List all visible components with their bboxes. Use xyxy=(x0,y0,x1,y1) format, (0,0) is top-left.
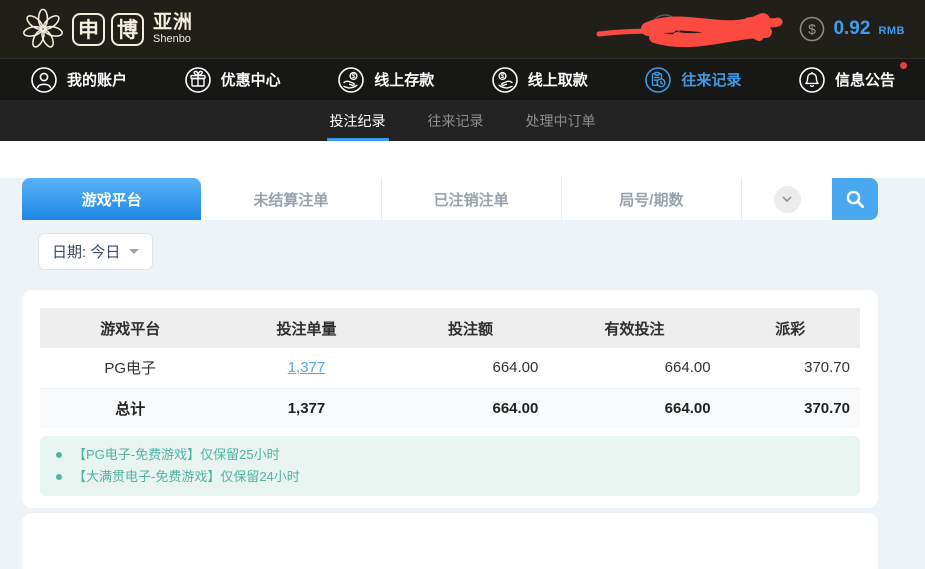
cell-bet-amount: 664.00 xyxy=(393,348,549,388)
bet-summary-table: 游戏平台 投注单量 投注额 有效投注 派彩 PG电子 1,377 664.00 … xyxy=(40,308,860,428)
bullet-icon xyxy=(56,474,62,480)
bell-icon xyxy=(798,66,826,94)
tab-unsettled-bets[interactable]: 未结算注单 xyxy=(201,178,381,220)
table-row: PG电子 1,377 664.00 664.00 370.70 xyxy=(40,348,860,388)
logo-wordmark: 亚洲 Shenbo xyxy=(153,13,193,45)
total-bet-count: 1,377 xyxy=(220,388,392,428)
redacted-username xyxy=(593,7,783,51)
col-bet-count: 投注单量 xyxy=(220,308,392,348)
notification-badge xyxy=(900,62,907,69)
user-icon xyxy=(30,66,58,94)
brand-logo[interactable]: 申 博 亚洲 Shenbo xyxy=(20,6,193,52)
bullet-icon xyxy=(56,452,62,458)
page: 申 博 亚洲 Shenbo xyxy=(0,0,925,569)
svg-text:$: $ xyxy=(809,21,817,37)
caret-down-icon xyxy=(129,249,139,254)
col-bet-amount: 投注额 xyxy=(393,308,549,348)
nav-label: 优惠中心 xyxy=(221,69,281,90)
chevron-down-icon xyxy=(774,186,801,213)
nav-label: 线上取款 xyxy=(528,69,588,90)
date-filter[interactable]: 日期: 今日 xyxy=(38,233,153,270)
tab-label: 未结算注单 xyxy=(253,189,328,210)
sub-navigation: 投注纪录 往来记录 处理中订单 xyxy=(0,100,925,141)
logo-latin: Shenbo xyxy=(153,34,193,45)
redaction-scribble xyxy=(593,7,783,51)
tab-label: 局号/期数 xyxy=(619,189,683,210)
tab-game-platform[interactable]: 游戏平台 xyxy=(22,178,201,220)
more-tabs-dropdown[interactable] xyxy=(742,178,832,220)
table-header-row: 游戏平台 投注单量 投注额 有效投注 派彩 xyxy=(40,308,860,348)
logo-char-box: 博 xyxy=(111,13,144,46)
lower-panel xyxy=(22,513,878,569)
search-button[interactable] xyxy=(832,178,878,220)
logo-char-box: 申 xyxy=(72,13,105,46)
account-balance: $ 0.92 RMB xyxy=(799,16,905,42)
notice-line: 【PG电子-免费游戏】仅保留25小时 xyxy=(56,444,844,466)
col-payout: 派彩 xyxy=(721,308,860,348)
subnav-label: 投注纪录 xyxy=(330,111,386,131)
header-right: $ 0.92 RMB xyxy=(593,7,905,51)
cell-valid-bet: 664.00 xyxy=(548,348,720,388)
notice-line: 【大满贯电子-免费游戏】仅保留24小时 xyxy=(56,466,844,488)
nav-label: 信息公告 xyxy=(835,69,895,90)
total-label: 总计 xyxy=(40,388,220,428)
results-card: 游戏平台 投注单量 投注额 有效投注 派彩 PG电子 1,377 664.00 … xyxy=(22,290,878,508)
nav-item-promotions[interactable]: 优惠中心 xyxy=(184,66,281,94)
top-header: 申 博 亚洲 Shenbo xyxy=(0,0,925,58)
cell-platform: PG电子 xyxy=(40,348,220,388)
subnav-tab-pending-orders[interactable]: 处理中订单 xyxy=(523,100,599,141)
table-total-row: 总计 1,377 664.00 664.00 370.70 xyxy=(40,388,860,428)
logo-char1: 申 xyxy=(78,14,99,44)
nav-label: 我的账户 xyxy=(67,69,127,90)
gift-icon xyxy=(184,66,212,94)
nav-item-announcements[interactable]: 信息公告 xyxy=(798,66,895,94)
withdraw-icon: $ xyxy=(491,66,519,94)
subnav-label: 往来记录 xyxy=(428,111,484,131)
content-area: 游戏平台 未结算注单 已注销注单 局号/期数 xyxy=(0,178,925,569)
notice-text: 【PG电子-免费游戏】仅保留25小时 xyxy=(73,444,280,466)
logo-region: 亚洲 xyxy=(153,13,193,32)
search-icon xyxy=(844,188,866,210)
tab-label: 已注销注单 xyxy=(434,189,509,210)
tab-cancelled-bets[interactable]: 已注销注单 xyxy=(382,178,562,220)
deposit-icon: $ xyxy=(337,66,365,94)
total-payout: 370.70 xyxy=(721,388,860,428)
divider-strip xyxy=(0,141,925,148)
total-bet-amount: 664.00 xyxy=(393,388,549,428)
nav-label: 线上存款 xyxy=(374,69,434,90)
notice-text: 【大满贯电子-免费游戏】仅保留24小时 xyxy=(73,466,300,488)
col-game-platform: 游戏平台 xyxy=(40,308,220,348)
filter-tabs: 游戏平台 未结算注单 已注销注单 局号/期数 xyxy=(22,178,878,220)
date-filter-label: 日期: 今日 xyxy=(52,241,120,262)
flower-logo-icon xyxy=(20,6,66,52)
subnav-label: 处理中订单 xyxy=(526,111,596,131)
nav-item-deposit[interactable]: $ 线上存款 xyxy=(337,66,434,94)
nav-item-my-account[interactable]: 我的账户 xyxy=(30,66,127,94)
subnav-tab-bet-records[interactable]: 投注纪录 xyxy=(327,100,389,141)
cell-payout: 370.70 xyxy=(721,348,860,388)
logo-char2: 博 xyxy=(117,14,138,44)
main-navigation: 我的账户 优惠中心 $ 线上存款 xyxy=(0,58,925,100)
nav-label: 往来记录 xyxy=(681,69,741,90)
records-icon xyxy=(644,66,672,94)
nav-item-withdraw[interactable]: $ 线上取款 xyxy=(491,66,588,94)
balance-amount: 0.92 xyxy=(833,18,870,40)
notice-panel: 【PG电子-免费游戏】仅保留25小时 【大满贯电子-免费游戏】仅保留24小时 xyxy=(40,436,860,496)
subnav-tab-transaction-records[interactable]: 往来记录 xyxy=(425,100,487,141)
col-valid-bet: 有效投注 xyxy=(548,308,720,348)
dollar-coin-icon: $ xyxy=(799,16,825,42)
tab-label: 游戏平台 xyxy=(82,189,142,210)
bet-count-link[interactable]: 1,377 xyxy=(288,359,326,376)
total-valid-bet: 664.00 xyxy=(548,388,720,428)
nav-item-transaction-records[interactable]: 往来记录 xyxy=(644,66,741,94)
tab-round-number[interactable]: 局号/期数 xyxy=(562,178,742,220)
balance-currency: RMB xyxy=(878,25,905,37)
